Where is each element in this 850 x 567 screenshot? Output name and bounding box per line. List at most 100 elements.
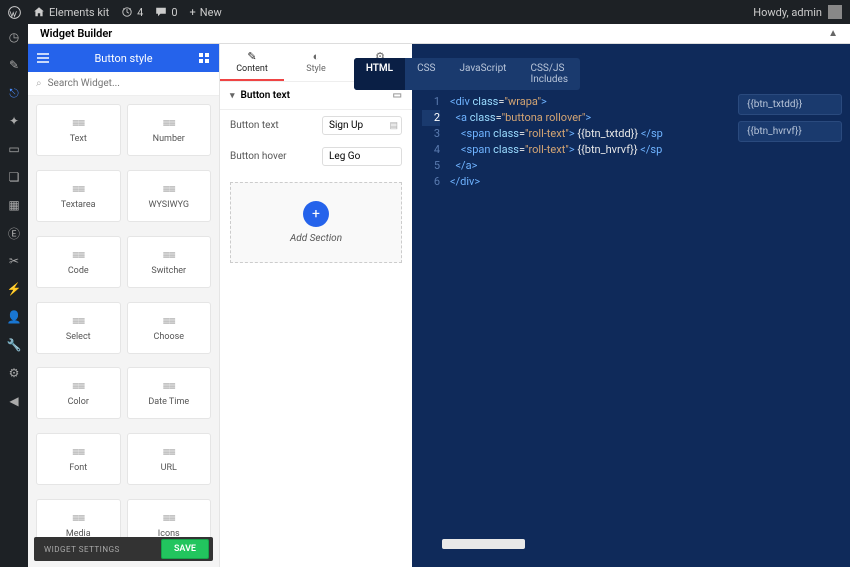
search-icon: ⌕ [36,78,42,89]
menu-icon[interactable] [36,51,50,65]
dynamic-icon[interactable]: ▤ [389,121,398,131]
howdy-text[interactable]: Howdy, admin [753,6,822,19]
add-section-label: Add Section [290,233,342,244]
rail-collapse-icon[interactable]: ◀ [7,394,21,408]
variable-chip[interactable]: {{btn_hvrvf}} [738,121,842,142]
site-link[interactable]: Elements kit [33,6,109,19]
widget-settings-link[interactable]: WIDGET SETTINGS [44,545,120,554]
widget-card-code[interactable]: ≡≡ Code [36,236,121,288]
rail-tools-icon[interactable]: 🔧 [7,338,21,352]
admin-bar: Elements kit 4 0 +New Howdy, admin [0,0,850,24]
code-tab-html[interactable]: HTML [354,58,405,90]
rail-elements-icon[interactable]: ⎋ [7,86,21,100]
rail-dashboard-icon[interactable]: ◷ [7,30,21,44]
preview-pane: HTMLCSSJavaScriptCSS/JS Includes 123456 … [412,44,850,567]
rail-plugins-icon[interactable]: ⚡ [7,282,21,296]
widget-label: Code [68,266,89,276]
section-info-icon[interactable]: ▭ [393,90,402,101]
widget-card-number[interactable]: ≡≡ Number [127,104,212,156]
widget-palette: Button style ⌕ ≡≡Text≡≡Number≡≡Textarea≡… [28,44,220,567]
field-row: Button text ▤ [220,110,412,141]
field-row: Button hover [220,141,412,172]
widget-icon: ≡≡ [163,314,175,328]
rail-comments-icon[interactable]: ❏ [7,170,21,184]
code-editor[interactable]: 123456 <div class="wrapa"> <a class="but… [422,94,730,527]
grid-view-icon[interactable] [197,51,211,65]
widget-label: Select [66,332,91,342]
widget-label: Switcher [151,266,186,276]
widget-label: Number [153,134,185,144]
widget-icon: ≡≡ [163,379,175,393]
comments-link[interactable]: 0 [155,6,177,19]
new-link[interactable]: +New [190,6,222,19]
wp-logo-icon[interactable] [8,6,21,19]
comments-count: 0 [171,6,177,19]
widget-card-switcher[interactable]: ≡≡Switcher [127,236,212,288]
widget-card-select[interactable]: ≡≡ Select [36,302,121,354]
rail-users-icon[interactable]: 👤 [7,310,21,324]
rail-elementor-icon[interactable]: Ⓔ [7,226,21,240]
tab-label: Content [236,64,268,74]
field-label: Button hover [230,151,287,162]
updates-link[interactable]: 4 [121,6,143,19]
widget-label: Text [70,134,87,144]
rail-appearance-icon[interactable]: ✂ [7,254,21,268]
add-section-button[interactable]: + [303,201,329,227]
main: Widget Builder ▲ Button style ⌕ ≡≡Text≡≡… [28,24,850,567]
rail-settings-icon[interactable]: ⚙ [7,366,21,380]
widget-icon: ≡≡ [163,116,175,130]
palette-title: Button style [94,52,152,65]
save-button[interactable]: SAVE [161,539,209,559]
widget-card-text[interactable]: ≡≡ Text [36,104,121,156]
add-section-area: + Add Section [230,182,402,263]
widget-card-textarea[interactable]: ≡≡ Textarea [36,170,121,222]
widget-card-choose[interactable]: ≡≡ Choose [127,302,212,354]
tab-label: Style [306,64,326,74]
search-input[interactable] [48,78,211,89]
widget-card-font[interactable]: ≡≡ Font [36,433,121,485]
field-input[interactable] [322,147,402,166]
widget-card-url[interactable]: ≡≡URL [127,433,212,485]
tab-icon: ◐ [313,50,320,63]
widget-icon: ≡≡ [72,248,84,262]
rail-pages-icon[interactable]: ▭ [7,142,21,156]
widget-label: Date Time [148,397,189,407]
widget-icon: ≡≡ [72,379,84,393]
collapse-panel-icon[interactable]: ▲ [828,28,838,39]
widget-card-color[interactable]: ≡≡ Color [36,367,121,419]
widget-card-wysiwyg[interactable]: ≡≡WYSIWYG [127,170,212,222]
avatar[interactable] [828,5,842,19]
admin-side-rail: ◷ ✎ ⎋ ✦ ▭ ❏ ▦ Ⓔ ✂ ⚡ 👤 🔧 ⚙ ◀ [0,24,28,567]
widget-label: Font [69,463,87,473]
widget-label: Color [68,397,89,407]
rail-media-icon[interactable]: ✦ [7,114,21,128]
widget-label: Choose [154,332,185,342]
rail-posts-icon[interactable]: ✎ [7,58,21,72]
code-tab-javascript[interactable]: JavaScript [447,58,518,90]
rail-templates-icon[interactable]: ▦ [7,198,21,212]
widget-icon: ≡≡ [163,511,175,525]
title-bar: Widget Builder ▲ [28,24,850,44]
variables-panel: {{btn_txtdd}} {{btn_hvrvf}} [730,44,850,567]
widget-label: WYSIWYG [148,200,189,210]
widget-icon: ≡≡ [72,314,84,328]
widget-label: Textarea [61,200,96,210]
widget-icon: ≡≡ [163,445,175,459]
variable-chip[interactable]: {{btn_txtdd}} [738,94,842,115]
widget-card-date-time[interactable]: ≡≡ Date Time [127,367,212,419]
widget-icon: ≡≡ [72,511,84,525]
page-title: Widget Builder [40,27,112,40]
palette-footer: WIDGET SETTINGS SAVE [34,537,213,561]
widget-icon: ≡≡ [72,116,84,130]
site-name: Elements kit [49,6,109,19]
horizontal-scrollbar[interactable] [442,539,580,549]
code-tab-css[interactable]: CSS [405,58,447,90]
tab-content[interactable]: ✎Content [220,44,284,81]
properties-panel: ✎Content◐Style⚙Advanced ▾Button text ▭ B… [220,44,412,567]
section-title: Button text [241,90,290,101]
widget-icon: ≡≡ [72,445,84,459]
tab-style[interactable]: ◐Style [284,44,348,81]
code-tab-css-js-includes[interactable]: CSS/JS Includes [518,58,580,90]
field-label: Button text [230,120,279,131]
widget-icon: ≡≡ [72,182,84,196]
